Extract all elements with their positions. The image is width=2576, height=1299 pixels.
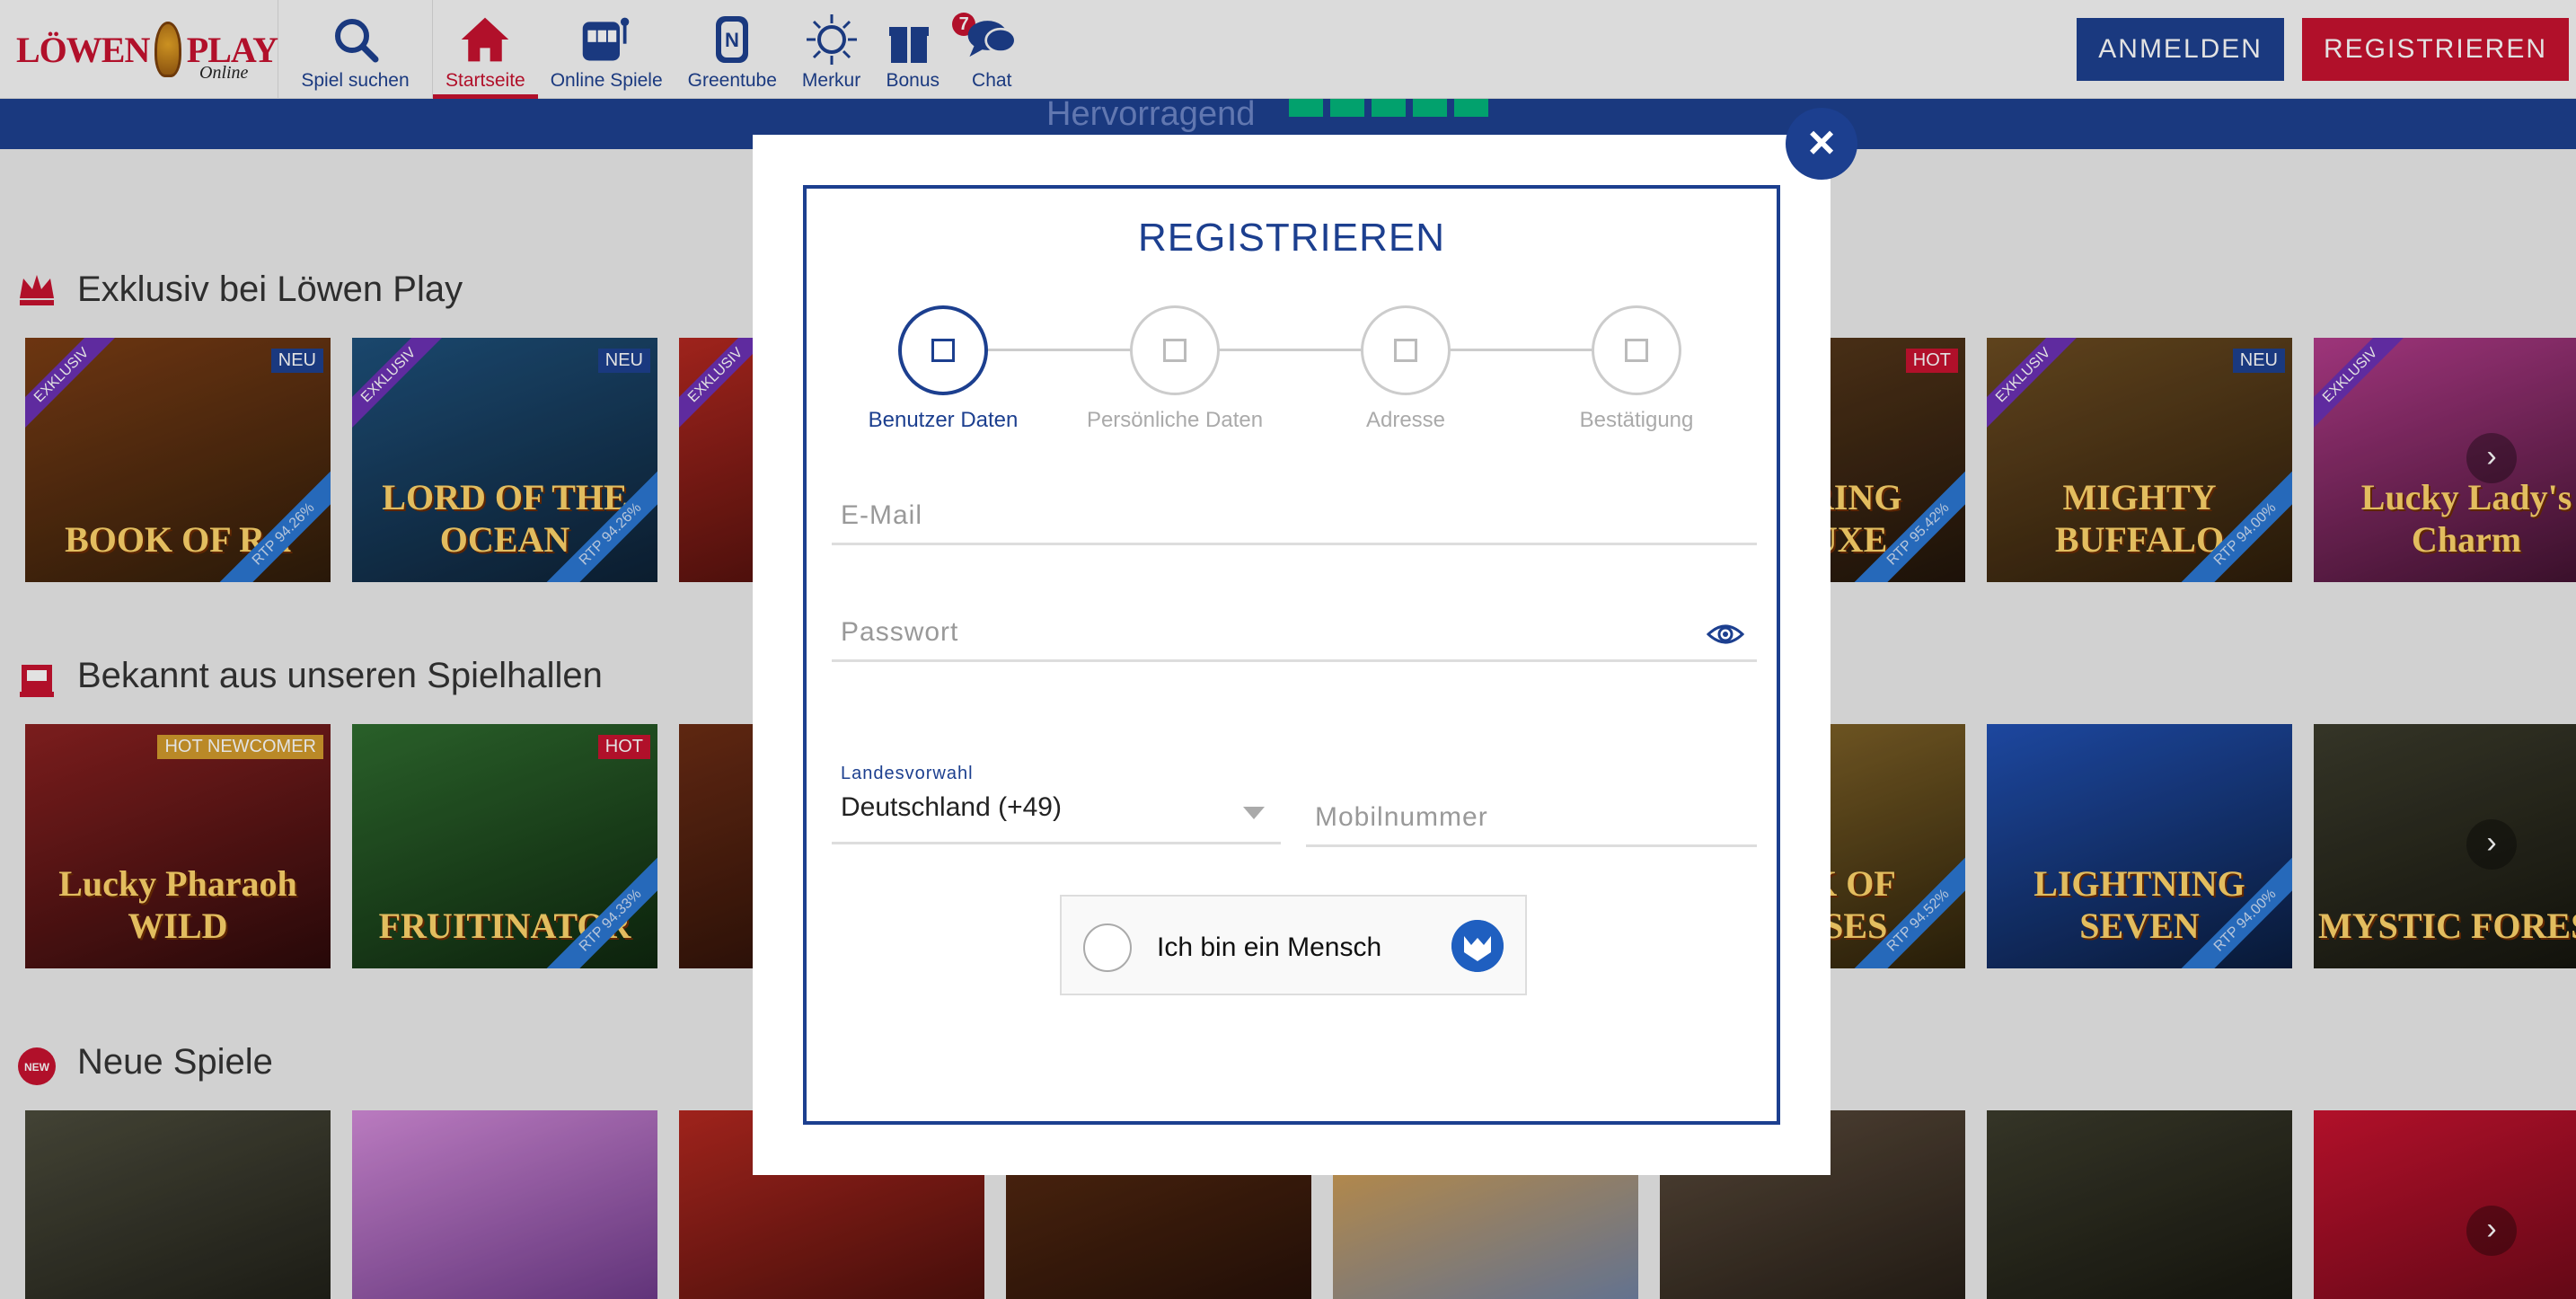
mobile-field-wrapper xyxy=(1306,791,1757,847)
step-label: Benutzer Daten xyxy=(868,408,1019,432)
country-code-select[interactable]: Deutschland (+49) xyxy=(832,785,1281,844)
password-field[interactable] xyxy=(832,605,1757,659)
step-circle xyxy=(1130,305,1220,395)
email-field[interactable] xyxy=(832,489,1757,543)
step-square-icon xyxy=(1625,339,1648,362)
captcha-label: Ich bin ein Mensch xyxy=(1157,932,1382,962)
step-square-icon xyxy=(931,339,955,362)
step-bestaetigung: Bestätigung xyxy=(1538,305,1735,433)
chevron-down-icon xyxy=(1243,807,1265,819)
register-modal: REGISTRIEREN Benutzer Daten Persönliche … xyxy=(753,135,1831,1175)
step-adresse: Adresse xyxy=(1307,305,1504,433)
step-label: Adresse xyxy=(1365,408,1446,432)
step-benutzer-daten: Benutzer Daten xyxy=(844,305,1042,433)
modal-title: REGISTRIEREN xyxy=(1137,216,1446,260)
step-label: Persönliche Daten xyxy=(1086,408,1264,432)
captcha-widget: Ich bin ein Mensch xyxy=(1060,895,1527,995)
step-label: Bestätigung xyxy=(1579,408,1694,432)
register-form: REGISTRIEREN Benutzer Daten Persönliche … xyxy=(803,185,1780,1125)
step-circle xyxy=(898,305,988,395)
password-field-wrapper xyxy=(832,605,1757,662)
country-code-value: Deutschland (+49) xyxy=(841,792,1062,822)
step-circle xyxy=(1592,305,1681,395)
step-square-icon xyxy=(1163,339,1187,362)
step-circle xyxy=(1361,305,1451,395)
close-modal-button[interactable]: × xyxy=(1786,108,1857,180)
captcha-logo-icon xyxy=(1451,920,1504,972)
mobile-number-field[interactable] xyxy=(1306,791,1757,844)
show-password-eye-icon[interactable] xyxy=(1707,620,1744,649)
registration-stepper: Benutzer Daten Persönliche Daten Adresse… xyxy=(807,305,1777,440)
captcha-checkbox[interactable] xyxy=(1083,923,1132,972)
step-persoenliche-daten: Persönliche Daten xyxy=(1076,305,1274,433)
step-square-icon xyxy=(1394,339,1417,362)
country-code-label: Landesvorwahl xyxy=(841,764,974,783)
email-field-wrapper xyxy=(832,489,1757,545)
